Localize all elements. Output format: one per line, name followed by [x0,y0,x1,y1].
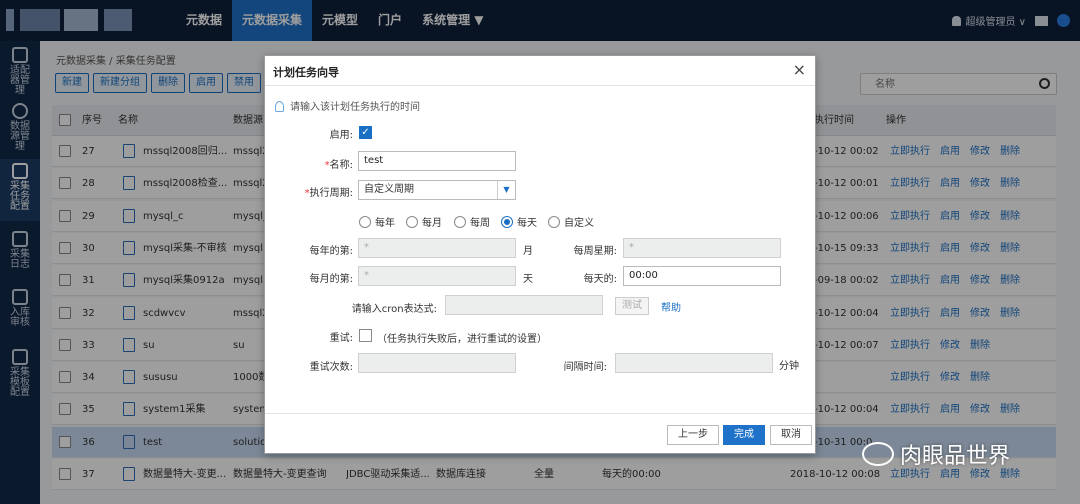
interval-field[interactable] [615,353,773,373]
tip-text: 请输入该计划任务执行的时间 [290,102,420,113]
interval-unit: 分钟 [779,361,799,372]
close-icon[interactable]: × [793,61,806,79]
wechat-icon [862,442,894,466]
cycle-select-value: 自定义周期 [364,184,414,195]
radio-custom[interactable]: 自定义 [548,214,594,229]
interval-label: 间隔时间: [563,362,607,373]
dialog-footer: 上一步 完成 取消 [265,413,815,453]
lightbulb-icon [275,101,284,112]
name-label: *名称: [324,160,353,171]
radio-label: 每年 [375,218,395,229]
schedule-wizard-dialog: 计划任务向导 × 请输入该计划任务执行的时间 启用: ✓ *名称: test *… [264,55,816,454]
watermark-text: 肉眼品世界 [900,444,1011,469]
retry-checkbox[interactable] [359,329,372,342]
radio-label: 自定义 [564,218,594,229]
month-day-label: 每月的第: [309,274,353,285]
radio-circle [454,215,466,228]
test-button[interactable]: 测试 [615,297,649,315]
cancel-button[interactable]: 取消 [770,425,812,445]
radio-yearly[interactable]: 每年 [359,214,395,229]
retry-count-label: 重试次数: [309,362,353,373]
radio-label: 每月 [422,218,442,229]
dialog-tip: 请输入该计划任务执行的时间 [275,98,420,113]
prev-step-button[interactable]: 上一步 [667,425,719,445]
radio-circle [359,215,371,228]
radio-label: 每周 [470,218,490,229]
radio-circle [406,215,418,228]
radio-weekly[interactable]: 每周 [454,214,490,229]
dialog-header: 计划任务向导 × [265,56,815,86]
radio-monthly[interactable]: 每月 [406,214,442,229]
year-day-field[interactable]: * [358,238,516,258]
enable-label: 启用: [329,130,353,141]
year-day-label: 每年的第: [309,246,353,257]
radio-circle [501,215,513,228]
day-unit: 天 [523,274,533,285]
name-field[interactable]: test [358,151,516,171]
watermark: 肉眼品世界 [862,438,1010,470]
retry-count-field[interactable] [358,353,516,373]
cycle-select[interactable]: 自定义周期 ▼ [358,180,516,200]
retry-hint: （任务执行失败后，进行重试的设置） [377,334,547,345]
cron-label: 请输入cron表达式: [351,304,437,315]
help-link[interactable]: 帮助 [661,299,681,314]
month-unit: 月 [523,246,533,257]
cycle-label: *执行周期: [304,188,353,199]
weekday-field[interactable]: * [623,238,781,258]
weekday-label: 每周星期: [573,246,617,257]
enable-checkbox[interactable]: ✓ [359,126,372,139]
dialog-title: 计划任务向导 [273,66,339,79]
radio-label: 每天 [517,218,537,229]
finish-button[interactable]: 完成 [723,425,765,445]
radio-daily[interactable]: 每天 [501,214,537,229]
radio-circle [548,215,560,228]
cron-field[interactable] [445,295,603,315]
chevron-down-icon: ▼ [497,181,515,199]
daily-time-field[interactable]: 00:00 [623,266,781,286]
month-day-field[interactable]: * [358,266,516,286]
daily-label: 每天的: [583,274,617,285]
retry-label: 重试: [329,333,353,344]
